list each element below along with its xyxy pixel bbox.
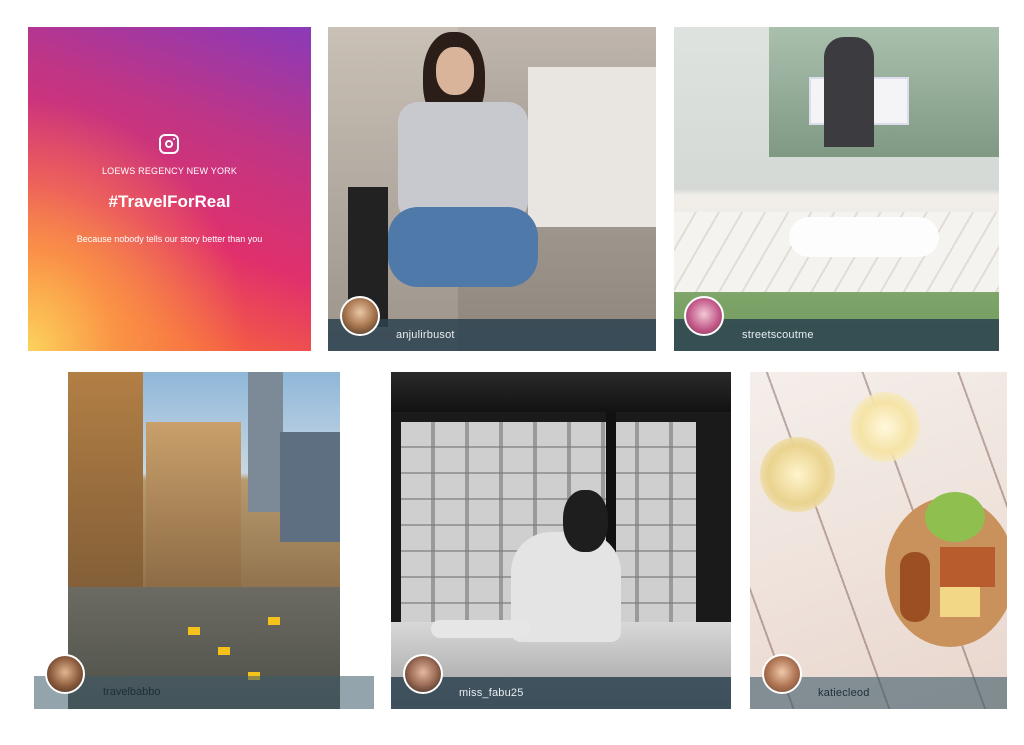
post-photo[interactable]	[328, 27, 656, 351]
avatar[interactable]	[403, 654, 443, 694]
promo-tile: LOEWS REGENCY NEW YORK #TravelForReal Be…	[28, 27, 311, 351]
hashtag-title: #TravelForReal	[108, 192, 231, 211]
avatar[interactable]	[45, 654, 85, 694]
post-card[interactable]: miss_fabu25	[391, 372, 731, 709]
username[interactable]: anjulirbusot	[396, 329, 455, 341]
post-photo[interactable]	[391, 372, 731, 709]
brand-label: LOEWS REGENCY NEW YORK	[101, 166, 238, 176]
post-card[interactable]: streetscoutme	[674, 27, 999, 351]
username[interactable]: katiecleod	[818, 687, 870, 699]
caption-bar: miss_fabu25	[391, 677, 731, 709]
avatar[interactable]	[762, 654, 802, 694]
post-photo[interactable]	[674, 27, 999, 351]
username[interactable]: travelbabbo	[103, 686, 161, 698]
avatar[interactable]	[340, 296, 380, 336]
tagline-text: Because nobody tells our story better th…	[76, 234, 263, 244]
avatar[interactable]	[684, 296, 724, 336]
instagram-icon	[159, 134, 179, 154]
caption-bar: travelbabbo	[34, 676, 374, 709]
post-photo[interactable]	[68, 372, 340, 709]
username[interactable]: miss_fabu25	[459, 687, 524, 699]
post-card[interactable]	[68, 372, 340, 709]
post-card[interactable]: anjulirbusot	[328, 27, 656, 351]
username[interactable]: streetscoutme	[742, 329, 814, 341]
caption-bar: streetscoutme	[674, 319, 999, 351]
